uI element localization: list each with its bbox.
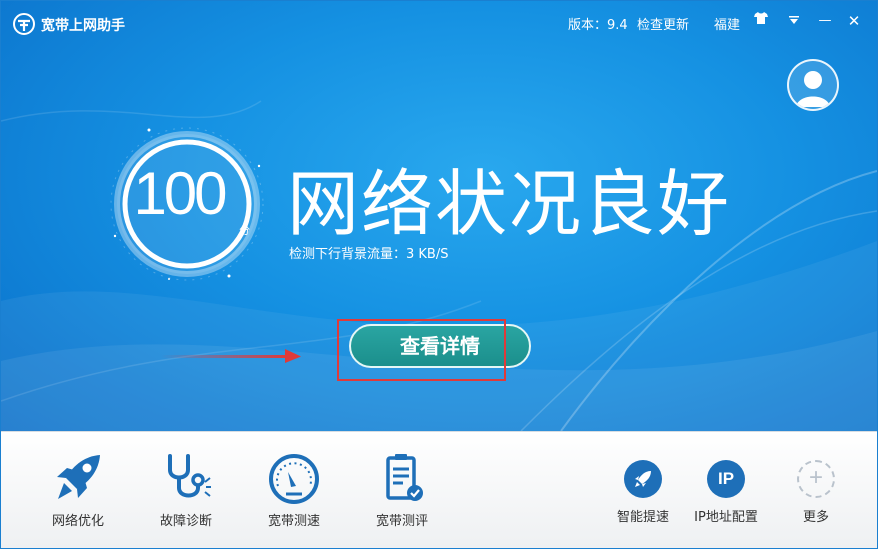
speedometer-icon (269, 454, 319, 504)
user-icon (796, 71, 830, 107)
network-score: 100 (133, 160, 227, 227)
tool-label: 网络优化 (51, 514, 104, 529)
title-bar: 宽带上网助手 版本：9.4 检查更新 福建 — ✕ (1, 1, 877, 43)
tool-fault-diagnosis[interactable]: 故障诊断 (146, 452, 226, 529)
minimize-button[interactable]: — (815, 11, 835, 31)
menu-dropdown-button[interactable] (784, 11, 804, 31)
version-label: 版本：9.4 (568, 18, 628, 33)
quick-tool-label: 智能提速 (616, 510, 669, 525)
app-window: 宽带上网助手 版本：9.4 检查更新 福建 — ✕ 100 分 网络状况良好 检… (0, 0, 878, 549)
toolbar: 网络优化 故障诊断 宽带测速 宽带测评 智能提速 IP IP地址配置 + 更多 (1, 431, 877, 548)
ip-icon: IP (707, 460, 745, 498)
region-selector[interactable]: 福建 (714, 14, 740, 33)
menu-dropdown-icon (789, 16, 799, 24)
user-avatar[interactable] (787, 59, 839, 111)
close-button[interactable]: ✕ (844, 11, 864, 31)
score-unit: 分 (239, 224, 250, 237)
quick-tool-label: IP地址配置 (694, 510, 758, 525)
clipboard-check-icon (386, 454, 423, 501)
quick-tool-more[interactable]: + 更多 (776, 460, 856, 525)
network-status-title: 网络状况良好 (287, 162, 732, 246)
tool-speed-test[interactable]: 宽带测速 (254, 452, 334, 529)
check-update-link[interactable]: 检查更新 (637, 14, 689, 33)
rocket-icon (57, 455, 100, 499)
quick-tool-smart-boost[interactable]: 智能提速 (603, 460, 683, 525)
quick-tool-ip-config[interactable]: IP IP地址配置 (686, 460, 766, 525)
tool-label: 故障诊断 (159, 514, 212, 529)
tool-label: 宽带测速 (267, 514, 320, 529)
plus-circle-icon: + (797, 460, 835, 498)
quick-tool-label: 更多 (802, 510, 829, 525)
app-logo-icon (13, 13, 35, 35)
hero-panel: 宽带上网助手 版本：9.4 检查更新 福建 — ✕ 100 分 网络状况良好 检… (1, 1, 877, 431)
tool-network-optimize[interactable]: 网络优化 (38, 452, 118, 529)
red-highlight-box (337, 319, 506, 381)
stethoscope-icon (168, 454, 211, 498)
rocket-circle-icon (624, 460, 662, 498)
tool-label: 宽带测评 (375, 514, 428, 529)
shirt-icon (754, 12, 768, 24)
background-traffic-text: 检测下行背景流量：3 KB/S (289, 247, 449, 262)
skin-button[interactable] (751, 11, 771, 31)
tool-broadband-evaluation[interactable]: 宽带测评 (362, 452, 442, 529)
red-arrow-annotation (161, 349, 301, 363)
app-title: 宽带上网助手 (41, 18, 125, 34)
